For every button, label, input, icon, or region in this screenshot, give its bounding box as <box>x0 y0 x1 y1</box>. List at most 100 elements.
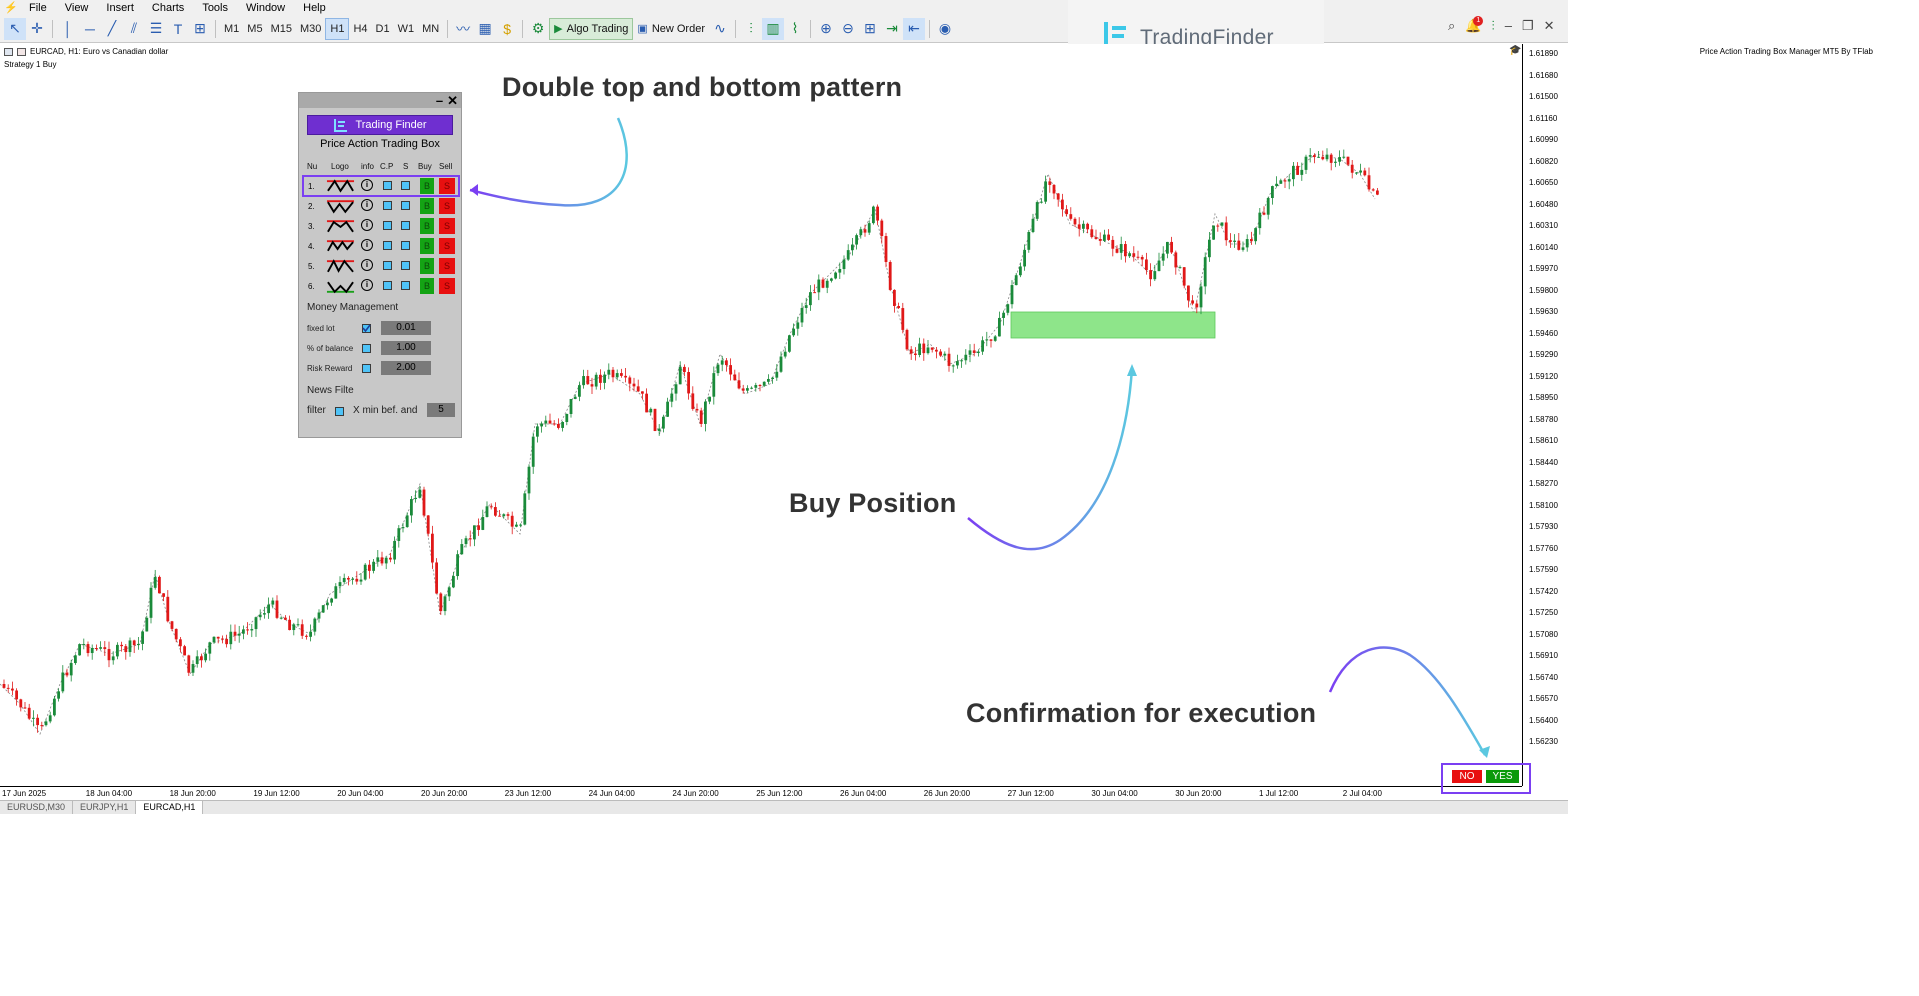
minimize-icon[interactable]: – <box>1505 18 1512 34</box>
tab-eurjpy-h1[interactable]: EURJPY,H1 <box>73 801 137 814</box>
vertical-line-icon[interactable]: │ <box>57 18 79 40</box>
cp-checkbox[interactable] <box>383 281 392 290</box>
chart-area[interactable] <box>0 44 1522 786</box>
cursor-icon[interactable]: ↖ <box>4 17 26 40</box>
price-chart[interactable] <box>0 44 1522 786</box>
candle-body <box>523 493 527 525</box>
buy-button[interactable]: B <box>420 258 434 274</box>
s-checkbox[interactable] <box>401 281 410 290</box>
timeframe-h4[interactable]: H4 <box>349 18 371 40</box>
sell-button[interactable]: S <box>439 278 455 294</box>
timeframe-m30[interactable]: M30 <box>296 18 325 40</box>
s-checkbox[interactable] <box>401 261 410 270</box>
menu-view[interactable]: View <box>56 2 98 14</box>
zoom-in-icon[interactable]: ⊕ <box>815 18 837 40</box>
price-axis[interactable]: 1.61890 1.61680 1.61500 1.61160 1.60990 1.608… <box>1522 44 1568 786</box>
candle-body <box>439 593 443 612</box>
indicators-icon[interactable]: 〰 <box>452 18 474 40</box>
row-number: 2. <box>308 202 315 211</box>
algo-trading-button[interactable]: ▶ Algo Trading <box>549 17 634 40</box>
new-order-button[interactable]: ▣ New Order <box>633 18 709 40</box>
text-icon[interactable]: T <box>167 18 189 40</box>
buy-zone[interactable] <box>1010 311 1216 339</box>
risk-reward-checkbox[interactable] <box>362 364 371 373</box>
timeframe-h1[interactable]: H1 <box>325 17 350 40</box>
menu-file[interactable]: File <box>20 2 56 14</box>
timeframe-m1[interactable]: M1 <box>220 18 243 40</box>
sell-button[interactable]: S <box>439 238 455 254</box>
buy-button[interactable]: B <box>420 278 434 294</box>
tab-eurusd-m30[interactable]: EURUSD,M30 <box>0 801 74 814</box>
fixed-lot-checkbox[interactable] <box>362 324 371 333</box>
cp-checkbox[interactable] <box>383 221 392 230</box>
menu-insert[interactable]: Insert <box>97 2 143 14</box>
s-checkbox[interactable] <box>401 241 410 250</box>
fibonacci-icon[interactable]: ☰ <box>145 18 167 40</box>
candle-body <box>788 335 791 352</box>
candle-body <box>452 576 455 588</box>
info-icon[interactable]: i <box>361 199 373 211</box>
search-icon[interactable]: ⌕ <box>1448 18 1455 34</box>
signals-icon[interactable]: ∿ <box>709 18 731 40</box>
scroll-chart-icon[interactable]: ⇥ <box>881 18 903 40</box>
restore-icon[interactable]: ❐ <box>1522 18 1534 34</box>
info-icon[interactable]: i <box>361 259 373 271</box>
timeframe-mn[interactable]: MN <box>418 18 443 40</box>
sell-button[interactable]: S <box>439 258 455 274</box>
candle-body <box>204 653 207 661</box>
close-icon[interactable]: ✕ <box>1544 18 1555 34</box>
buy-button[interactable]: B <box>420 238 434 254</box>
cp-checkbox[interactable] <box>383 241 392 250</box>
candle-body <box>725 360 728 366</box>
panel-titlebar[interactable]: – ✕ <box>299 93 461 108</box>
candle-body <box>32 717 35 719</box>
timeframe-w1[interactable]: W1 <box>394 18 419 40</box>
candles-icon[interactable]: ▥ <box>762 17 784 40</box>
chart-shift-icon[interactable]: ⇤ <box>903 17 925 40</box>
risk-reward-input[interactable]: 2.00 <box>381 361 431 375</box>
yes-button[interactable]: YES <box>1486 770 1519 783</box>
no-button[interactable]: NO <box>1452 770 1482 783</box>
s-checkbox[interactable] <box>401 201 410 210</box>
sell-button[interactable]: S <box>439 218 455 234</box>
timeframe-m15[interactable]: M15 <box>267 18 296 40</box>
menu-window[interactable]: Window <box>237 2 294 14</box>
fixed-lot-input[interactable]: 0.01 <box>381 321 431 335</box>
buy-button[interactable]: B <box>420 218 434 234</box>
timeframe-d1[interactable]: D1 <box>372 18 394 40</box>
filter-checkbox[interactable] <box>335 407 344 416</box>
notifications-icon[interactable]: 🔔 1 <box>1465 16 1484 34</box>
close-icon[interactable]: ✕ <box>447 93 458 109</box>
s-checkbox[interactable] <box>401 221 410 230</box>
info-icon[interactable]: i <box>361 219 373 231</box>
minimize-icon[interactable]: – <box>436 93 443 108</box>
buy-button[interactable]: B <box>420 198 434 214</box>
cp-checkbox[interactable] <box>383 201 392 210</box>
info-icon[interactable]: i <box>361 279 373 291</box>
trendline-icon[interactable]: ╱ <box>101 18 123 40</box>
time-axis[interactable]: 17 Jun 2025 18 Jun 04:00 18 Jun 20:00 19 Ju… <box>0 786 1522 800</box>
filter-minutes-input[interactable]: 5 <box>427 403 455 417</box>
menu-help[interactable]: Help <box>294 2 335 14</box>
menu-charts[interactable]: Charts <box>143 2 193 14</box>
bar-chart-icon[interactable]: ⫶ <box>740 18 762 40</box>
info-icon[interactable]: i <box>361 239 373 251</box>
menu-tools[interactable]: Tools <box>193 2 237 14</box>
timeframe-m5[interactable]: M5 <box>243 18 266 40</box>
horizontal-line-icon[interactable]: ─ <box>79 18 101 40</box>
tab-eurcad-h1[interactable]: EURCAD,H1 <box>136 801 204 814</box>
dollar-icon[interactable]: $ <box>496 18 518 40</box>
templates-icon[interactable]: ▦ <box>474 18 496 40</box>
sell-button[interactable]: S <box>439 198 455 214</box>
line-chart-icon[interactable]: ⌇ <box>784 18 806 40</box>
strategy-tester-icon[interactable]: ⚙ <box>527 18 549 40</box>
tile-windows-icon[interactable]: ⊞ <box>859 18 881 40</box>
channel-icon[interactable]: ⫽ <box>123 18 145 40</box>
screenshot-icon[interactable]: ◉ <box>934 18 956 40</box>
cp-checkbox[interactable] <box>383 261 392 270</box>
shapes-icon[interactable]: ⊞ <box>189 18 211 40</box>
balance-checkbox[interactable] <box>362 344 371 353</box>
zoom-out-icon[interactable]: ⊖ <box>837 18 859 40</box>
balance-input[interactable]: 1.00 <box>381 341 431 355</box>
crosshair-icon[interactable]: ✛ <box>26 18 48 40</box>
